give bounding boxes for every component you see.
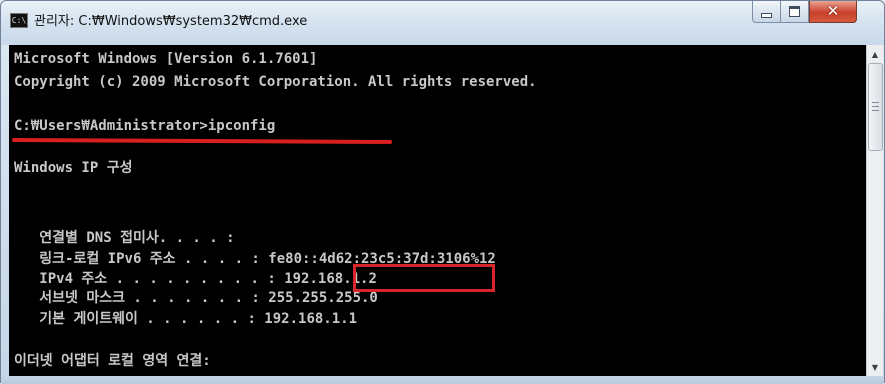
console-output[interactable]: Microsoft Windows [Version 6.1.7601] Cop… bbox=[9, 45, 866, 376]
close-icon: ✕ bbox=[826, 2, 840, 20]
console-line: Microsoft Windows [Version 6.1.7601] bbox=[14, 51, 318, 67]
window-title: 관리자: C:₩Windows₩system32₩cmd.exe bbox=[34, 14, 308, 29]
maximize-icon bbox=[789, 6, 800, 17]
grip-icon bbox=[872, 102, 879, 111]
command-underline-annotation bbox=[11, 138, 393, 144]
scrollbar-thumb[interactable] bbox=[868, 63, 883, 151]
maximize-button[interactable] bbox=[781, 1, 809, 23]
command-line: C:₩Users₩Administrator>ipconfig bbox=[14, 118, 276, 134]
console-line: Windows IP 구성 bbox=[14, 160, 133, 176]
vertical-scrollbar[interactable]: ▲ ▼ bbox=[866, 45, 883, 376]
console-line: Copyright (c) 2009 Microsoft Corporation… bbox=[14, 74, 537, 90]
default-gateway-line: 기본 게이트웨이 . . . . . . : 192.168.1.1 bbox=[14, 311, 358, 327]
minimize-icon bbox=[761, 13, 772, 18]
ipv4-highlight-box bbox=[353, 264, 495, 292]
title-bar[interactable]: C:\ 관리자: C:₩Windows₩system32₩cmd.exe ✕ bbox=[1, 1, 884, 45]
ipv4-line: IPv4 주소 . . . . . . . . . : 192.168.1.2 bbox=[14, 271, 377, 287]
cmd-app-icon[interactable]: C:\ bbox=[10, 13, 28, 28]
close-button[interactable]: ✕ bbox=[809, 1, 857, 23]
scroll-up-icon[interactable]: ▲ bbox=[867, 46, 883, 62]
scroll-down-icon[interactable]: ▼ bbox=[867, 359, 883, 375]
minimize-button[interactable] bbox=[752, 1, 781, 23]
cmd-window: C:\ 관리자: C:₩Windows₩system32₩cmd.exe ✕ M… bbox=[0, 0, 885, 384]
dns-suffix-line: 연결별 DNS 접미사. . . . : bbox=[14, 230, 235, 246]
subnet-mask-line: 서브넷 마스크 . . . . . . . : 255.255.255.0 bbox=[14, 290, 378, 306]
ethernet-adapter-line: 이더넷 어댑터 로컬 영역 연결: bbox=[14, 353, 211, 369]
